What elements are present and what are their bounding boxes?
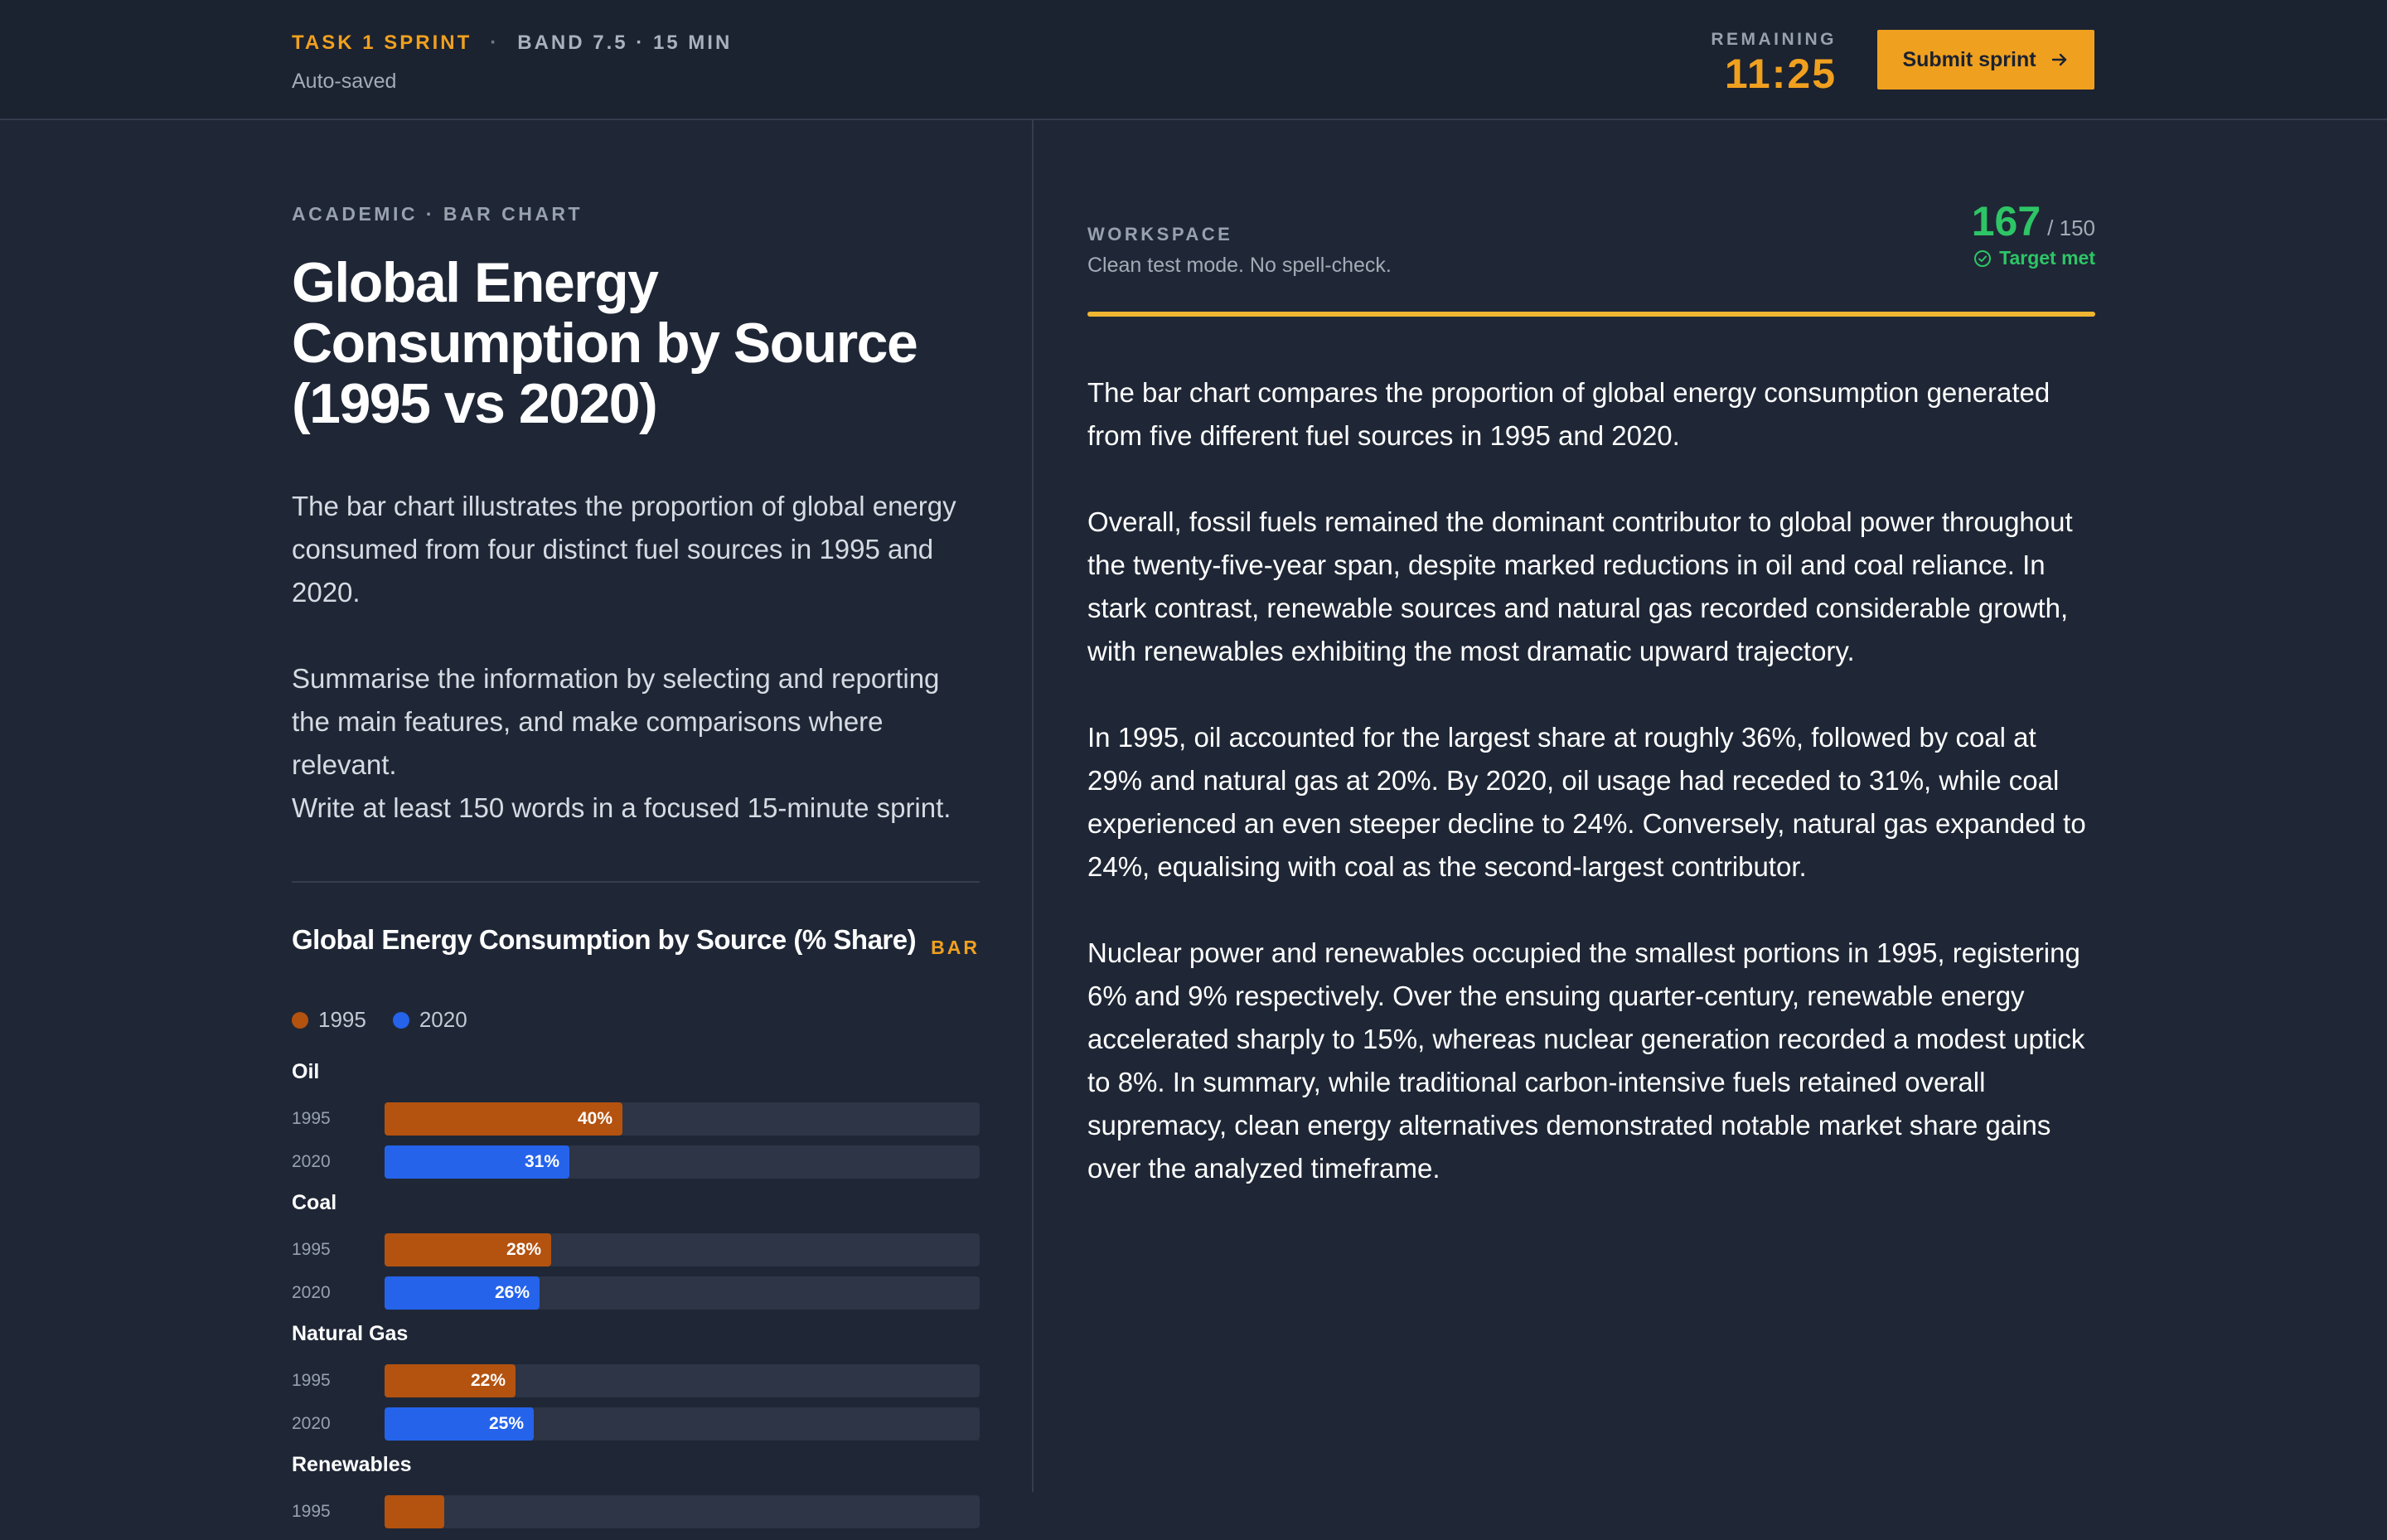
bar-year-label: 2020 <box>292 1152 331 1171</box>
word-progress-fill <box>1087 312 2095 317</box>
legend-label-2020: 2020 <box>419 1007 467 1032</box>
category-label: Natural Gas <box>292 1322 409 1345</box>
essay-paragraph: Nuclear power and renewables occupied th… <box>1087 937 2085 1184</box>
prompt-paragraph: The bar chart illustrates the proportion… <box>292 491 956 608</box>
top-bar: TASK 1 SPRINT · BAND 7.5 · 15 MIN Auto-s… <box>0 0 2387 120</box>
bar-row: 1995 22% <box>292 1359 980 1402</box>
legend-swatch-2020 <box>392 1011 409 1029</box>
bar-track: 26% <box>385 1276 980 1310</box>
target-status: Target met <box>1972 247 2095 269</box>
word-count-line: 167 / 150 <box>1972 197 2095 245</box>
timer-value: 11:25 <box>1724 51 1837 97</box>
arrow-right-icon <box>2051 53 2066 66</box>
chart-legend: 1995 2020 <box>292 1007 467 1033</box>
bar-track: 25% <box>385 1407 980 1441</box>
bar-year-label: 1995 <box>292 1109 331 1128</box>
bar-year-label: 1995 <box>292 1240 331 1259</box>
bar-chart: Oil 1995 40% 2020 31% Coal 1995 28% 2020 26% Natur… <box>292 1059 980 1540</box>
workspace-label: WORKSPACE <box>1087 224 1233 245</box>
bar-group-oil: Oil 1995 40% 2020 31% <box>292 1059 980 1184</box>
legend-item-2020: 2020 <box>392 1007 467 1033</box>
prompt-paragraph: Write at least 150 words in a focused 15… <box>292 792 951 823</box>
bar-value-label: 25% <box>488 1414 524 1433</box>
bar-2020: 31% <box>385 1145 569 1179</box>
essay-paragraph: In 1995, oil accounted for the largest s… <box>1087 722 2086 882</box>
task-type: ACADEMIC · BAR CHART <box>292 203 583 225</box>
bar-group-coal: Coal 1995 28% 2020 26% <box>292 1190 980 1315</box>
bar-1995: 28% <box>385 1233 551 1266</box>
bar-row: 2020 26% <box>292 1271 980 1315</box>
workspace-subtitle: Clean test mode. No spell-check. <box>1087 254 1392 277</box>
legend-label-1995: 1995 <box>318 1007 366 1032</box>
bar-track: 31% <box>385 1145 980 1179</box>
bar-group-renewables: Renewables 1995 <box>292 1452 980 1533</box>
word-count: 167 <box>1971 198 2041 245</box>
bar-2020: 26% <box>385 1276 540 1310</box>
submit-sprint-button[interactable]: Submit sprint <box>1877 30 2094 90</box>
bar-2020: 25% <box>385 1407 534 1441</box>
bar-value-label: 22% <box>470 1371 506 1390</box>
submit-label: Submit sprint <box>1902 47 2036 71</box>
bar-row: 1995 28% <box>292 1228 980 1271</box>
bar-value-label: 28% <box>506 1240 541 1259</box>
word-target: / 150 <box>2047 216 2095 240</box>
timer-label: REMAINING <box>1711 30 1837 49</box>
column-divider <box>1032 120 1034 1492</box>
essay-paragraph: The bar chart compares the proportion of… <box>1087 377 2050 451</box>
word-progress-bar <box>1087 312 2095 317</box>
bar-year-label: 1995 <box>292 1371 331 1390</box>
legend-item-1995: 1995 <box>292 1007 366 1033</box>
category-label: Oil <box>292 1060 320 1083</box>
bar-row: 1995 40% <box>292 1097 980 1140</box>
chart-type-badge: BAR <box>931 937 980 958</box>
essay-paragraph: Overall, fossil fuels remained the domin… <box>1087 506 2073 666</box>
check-circle-icon <box>1974 249 1992 267</box>
bar-track <box>385 1495 980 1528</box>
meta-separator: · <box>490 31 500 54</box>
bar-row: 2020 25% <box>292 1402 980 1446</box>
bar-value-label: 26% <box>494 1283 530 1302</box>
essay-editor[interactable]: The bar chart compares the proportion of… <box>1087 371 2095 1233</box>
bar-1995: 22% <box>385 1364 516 1397</box>
bar-track: 22% <box>385 1364 980 1397</box>
section-divider <box>292 881 980 883</box>
timer: REMAINING 11:25 <box>1711 30 1837 96</box>
category-label: Renewables <box>292 1453 412 1476</box>
bar-row: 1995 <box>292 1490 980 1533</box>
bar-value-label: 31% <box>524 1152 559 1171</box>
bar-track: 40% <box>385 1102 980 1136</box>
bar-1995: 40% <box>385 1102 622 1136</box>
bar-track: 28% <box>385 1233 980 1266</box>
chart-title: Global Energy Consumption by Source (% S… <box>292 924 917 955</box>
prompt-paragraph: Summarise the information by selecting a… <box>292 663 940 780</box>
task-prompt: The bar chart illustrates the proportion… <box>292 485 980 830</box>
bar-value-label: 40% <box>577 1109 612 1128</box>
sprint-meta: TASK 1 SPRINT · BAND 7.5 · 15 MIN <box>292 31 732 55</box>
target-status-label: Target met <box>1999 247 2095 269</box>
bar-group-natural-gas: Natural Gas 1995 22% 2020 25% <box>292 1321 980 1446</box>
band-label: BAND 7.5 · 15 MIN <box>517 31 733 54</box>
word-counter: 167 / 150 Target met <box>1972 197 2095 269</box>
task-title: Global Energy Consumption by Source (199… <box>292 251 918 435</box>
bar-year-label: 2020 <box>292 1283 331 1302</box>
bar-year-label: 2020 <box>292 1414 331 1433</box>
sprint-label: TASK 1 SPRINT <box>292 31 472 54</box>
legend-swatch-1995 <box>292 1011 308 1029</box>
category-label: Coal <box>292 1191 337 1214</box>
bar-row: 2020 31% <box>292 1140 980 1184</box>
bar-year-label: 1995 <box>292 1502 331 1521</box>
bar-1995 <box>385 1495 444 1528</box>
autosave-status: Auto-saved <box>292 70 397 93</box>
